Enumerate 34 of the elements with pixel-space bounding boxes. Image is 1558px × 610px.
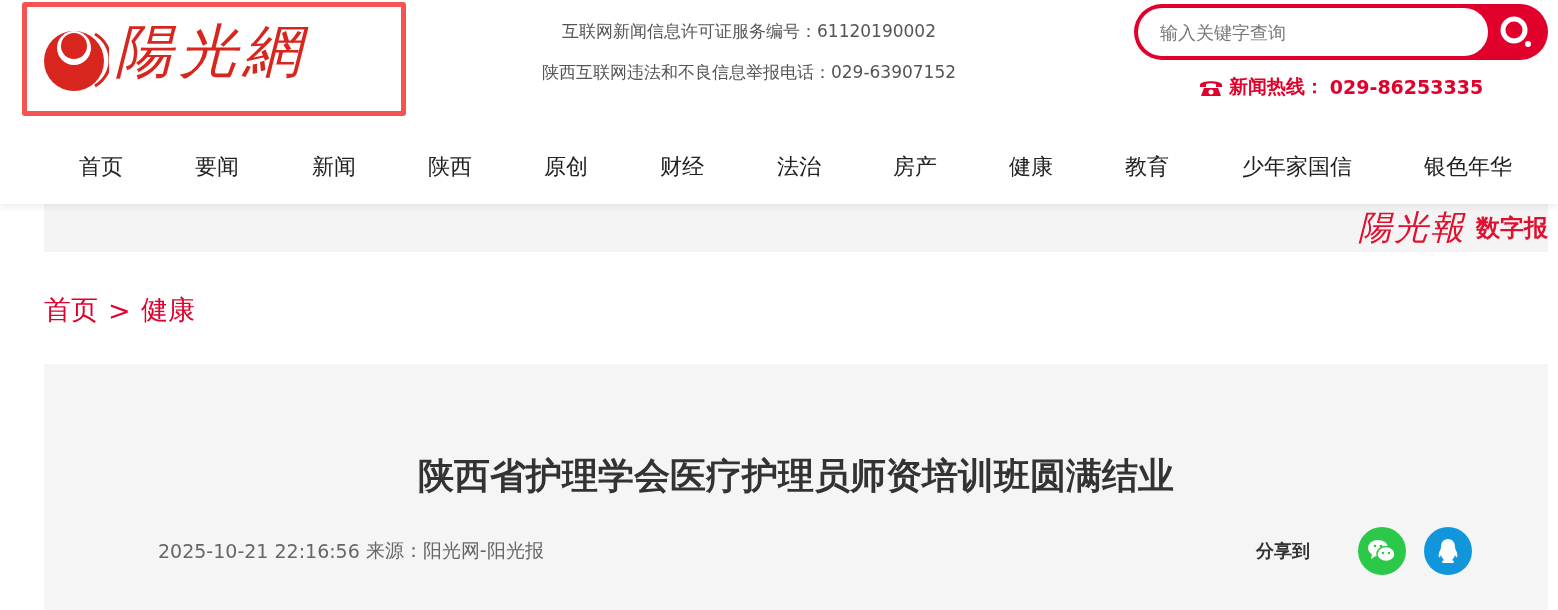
search-icon [1499,15,1533,49]
nav-link[interactable]: 要闻 [195,152,240,182]
chat-bubbles-icon [1368,539,1396,563]
breadcrumb-link[interactable]: 首页 [44,292,98,328]
nav-link[interactable]: 陕西 [427,152,472,182]
share-label: 分享到 [1256,539,1310,563]
wechat-share-button[interactable] [1358,527,1406,575]
breadcrumb-link[interactable]: 健康 [140,292,195,328]
breadcrumb-separator: > [108,294,131,326]
nav-link[interactable]: 财经 [660,152,705,182]
search-field[interactable]: 输入关键字查询 [1134,4,1548,60]
digital-paper-text: 数字报 [1476,213,1548,244]
nav-link[interactable]: 少年家国信 [1241,152,1352,182]
nav-link[interactable]: 房产 [892,152,937,182]
nav-link[interactable]: 新闻 [311,152,356,182]
penguin-icon [1437,538,1459,564]
article-title: 陕西省护理学会医疗护理员师资培训班圆满结业 [417,454,1175,498]
article-source: 来源：阳光网-阳光报 [365,538,544,563]
nav-link[interactable]: 教育 [1125,152,1170,182]
logo-text: 陽光網 [115,16,307,87]
license-text: 互联网新闻信息许可证服务编号：61120190002 [562,20,936,43]
report-phone-text: 陕西互联网违法和不良信息举报电话：029-63907152 [541,61,957,84]
publish-date: 2025-10-21 22:16:56 [158,540,360,562]
nav-link[interactable]: 法治 [776,152,821,182]
nav-link[interactable]: 银色年华 [1423,152,1512,182]
site-logo[interactable]: 陽光網 [22,2,406,116]
nav-link[interactable]: 原创 [544,152,589,182]
paper-logo-text: 陽光報 [1358,206,1466,249]
hotline-number: 029-86253335 [1329,76,1484,98]
nav-link[interactable]: 首页 [79,152,123,182]
hotline-label: 新闻热线： [1228,74,1324,99]
digital-paper-banner[interactable]: 陽光報 数字报 [44,204,1548,252]
qq-share-button[interactable] [1424,527,1472,575]
nav-link[interactable]: 健康 [1009,152,1054,182]
